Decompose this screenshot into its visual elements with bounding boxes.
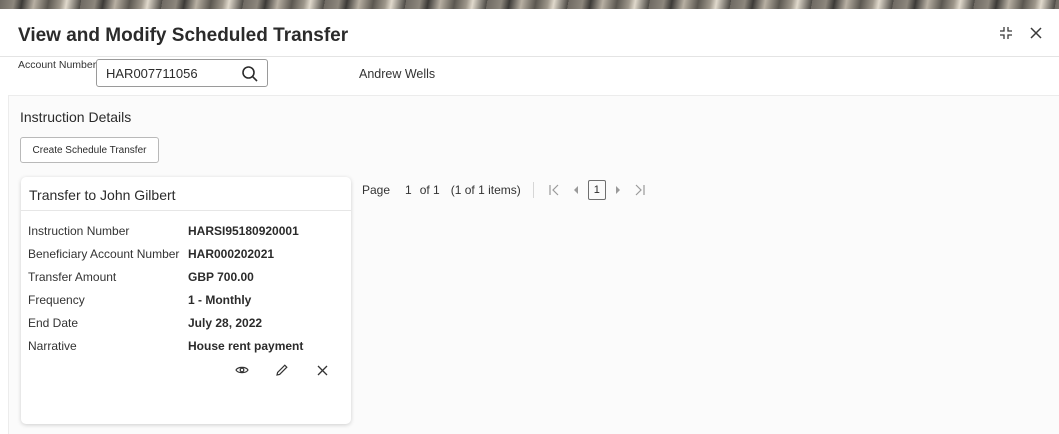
first-page-icon[interactable]	[546, 182, 562, 198]
delete-icon[interactable]	[313, 361, 331, 379]
items-count: (1 of 1 items)	[450, 183, 521, 197]
window-header: View and Modify Scheduled Transfer	[0, 9, 1059, 57]
row-label: Narrative	[28, 339, 77, 353]
create-schedule-transfer-button[interactable]: Create Schedule Transfer	[20, 137, 159, 163]
current-page-button[interactable]: 1	[587, 180, 606, 200]
next-page-icon[interactable]	[610, 182, 626, 198]
header-banner	[0, 0, 1059, 9]
account-number-label: Account Number	[18, 59, 97, 71]
page-number-input[interactable]: 1	[405, 183, 412, 197]
pagination: Page 1 of 1 (1 of 1 items) 1	[362, 178, 648, 202]
card-row-transfer-amount: Transfer Amount GBP 700.00	[28, 270, 343, 288]
view-icon[interactable]	[233, 361, 251, 379]
row-label: Beneficiary Account Number	[28, 247, 180, 261]
last-page-icon[interactable]	[632, 182, 648, 198]
row-value: HAR000202021	[188, 247, 275, 261]
row-value: House rent payment	[188, 339, 304, 353]
card-row-beneficiary-account: Beneficiary Account Number HAR000202021	[28, 247, 343, 265]
card-row-narrative: Narrative House rent payment	[28, 339, 343, 357]
card-row-instruction-number: Instruction Number HARSI95180920001	[28, 224, 343, 242]
row-label: Transfer Amount	[28, 270, 117, 284]
transfer-card: Transfer to John Gilbert Instruction Num…	[21, 177, 351, 424]
pager-divider	[532, 182, 534, 198]
row-value: 1 - Monthly	[188, 293, 252, 307]
row-value: GBP 700.00	[188, 270, 254, 284]
account-number-input[interactable]	[97, 60, 237, 86]
row-label: End Date	[28, 316, 79, 330]
card-actions	[233, 361, 331, 379]
maximize-icon[interactable]	[997, 24, 1015, 42]
account-row: Account Number Andrew Wells	[0, 57, 1059, 95]
row-label: Instruction Number	[28, 224, 130, 238]
window-controls	[997, 24, 1045, 42]
row-value: HARSI95180920001	[188, 224, 299, 238]
edit-icon[interactable]	[273, 361, 291, 379]
account-holder-name: Andrew Wells	[359, 67, 436, 81]
search-icon[interactable]	[241, 65, 259, 83]
instruction-details-panel: Instruction Details Create Schedule Tran…	[8, 95, 1059, 434]
card-row-end-date: End Date July 28, 2022	[28, 316, 343, 334]
card-title: Transfer to John Gilbert	[21, 177, 351, 211]
card-row-frequency: Frequency 1 - Monthly	[28, 293, 343, 311]
account-number-field[interactable]	[96, 59, 268, 87]
section-title: Instruction Details	[20, 109, 132, 125]
page-label: Page	[362, 183, 391, 197]
previous-page-icon[interactable]	[568, 182, 584, 198]
page-total: of 1	[419, 183, 440, 197]
close-icon[interactable]	[1027, 24, 1045, 42]
row-label: Frequency	[28, 293, 85, 307]
row-value: July 28, 2022	[188, 316, 263, 330]
page-title: View and Modify Scheduled Transfer	[18, 25, 349, 46]
